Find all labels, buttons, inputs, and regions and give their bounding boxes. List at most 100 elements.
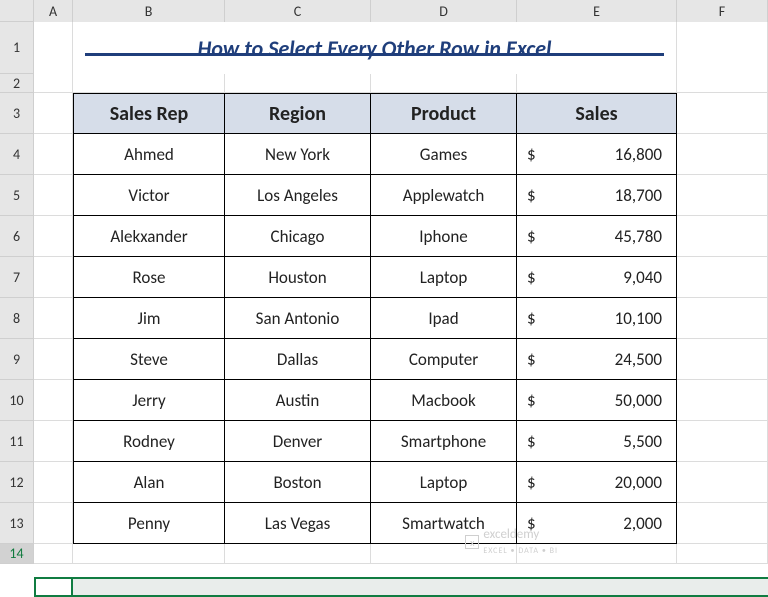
worksheet-grid[interactable]: How to Select Every Other Row in Excel S… [34, 22, 768, 597]
column-header-a[interactable]: A [34, 0, 73, 22]
column-header-f[interactable]: F [677, 0, 768, 22]
cell-d2[interactable] [371, 74, 517, 93]
cell-product[interactable]: Applewatch [371, 175, 517, 216]
cell-f2[interactable] [677, 74, 768, 93]
cell-a5[interactable] [34, 175, 73, 216]
row-header-8[interactable]: 8 [0, 298, 33, 339]
cell-product[interactable]: Laptop [371, 257, 517, 298]
row-header-4[interactable]: 4 [0, 134, 33, 175]
select-all-corner[interactable] [0, 0, 34, 22]
cell-a10[interactable] [34, 380, 73, 421]
column-header-e[interactable]: E [517, 0, 677, 22]
cell-a1[interactable] [34, 22, 73, 74]
cell-f7[interactable] [677, 257, 768, 298]
cell-a3[interactable] [34, 93, 73, 134]
cell-f3[interactable] [677, 93, 768, 134]
cell-f1[interactable] [677, 22, 768, 74]
cell-region[interactable]: New York [225, 134, 371, 175]
cell-d14[interactable] [371, 544, 517, 564]
cell-c2[interactable] [225, 74, 371, 93]
cell-product[interactable]: Ipad [371, 298, 517, 339]
cell-rep[interactable]: Penny [73, 503, 225, 544]
cell-region[interactable]: Boston [225, 462, 371, 503]
row-header-6[interactable]: 6 [0, 216, 33, 257]
cell-region[interactable]: Dallas [225, 339, 371, 380]
cell-product[interactable]: Computer [371, 339, 517, 380]
column-header-c[interactable]: C [225, 0, 371, 22]
cell-f10[interactable] [677, 380, 768, 421]
row-header-2[interactable]: 2 [0, 74, 33, 93]
cell-sales[interactable]: $10,100 [517, 298, 677, 339]
cell-region[interactable]: Austin [225, 380, 371, 421]
cell-f4[interactable] [677, 134, 768, 175]
cell-sales[interactable]: $16,800 [517, 134, 677, 175]
header-sales[interactable]: Sales [517, 93, 677, 134]
row-header-13[interactable]: 13 [0, 503, 33, 544]
cell-sales[interactable]: $9,040 [517, 257, 677, 298]
cell-rep[interactable]: Rose [73, 257, 225, 298]
cell-region[interactable]: Denver [225, 421, 371, 462]
column-header-d[interactable]: D [371, 0, 517, 22]
header-region[interactable]: Region [225, 93, 371, 134]
row-header-5[interactable]: 5 [0, 175, 33, 216]
cell-b14[interactable] [73, 544, 225, 564]
cell-region[interactable]: Chicago [225, 216, 371, 257]
cell-sales[interactable]: $18,700 [517, 175, 677, 216]
cell-sales[interactable]: $45,780 [517, 216, 677, 257]
cell-f9[interactable] [677, 339, 768, 380]
cell-a6[interactable] [34, 216, 73, 257]
cell-f14[interactable] [677, 544, 768, 564]
cell-rep[interactable]: Ahmed [73, 134, 225, 175]
cell-e2[interactable] [517, 74, 677, 93]
cell-f13[interactable] [677, 503, 768, 544]
cell-sales[interactable]: $50,000 [517, 380, 677, 421]
header-product[interactable]: Product [371, 93, 517, 134]
header-sales-rep[interactable]: Sales Rep [73, 93, 225, 134]
row-header-7[interactable]: 7 [0, 257, 33, 298]
cell-sales[interactable]: $5,500 [517, 421, 677, 462]
cell-f6[interactable] [677, 216, 768, 257]
cell-rep[interactable]: Victor [73, 175, 225, 216]
cell-product[interactable]: Iphone [371, 216, 517, 257]
row-header-14[interactable]: 14 [0, 544, 33, 564]
cell-rep[interactable]: Jim [73, 298, 225, 339]
cell-a11[interactable] [34, 421, 73, 462]
row-header-1[interactable]: 1 [0, 22, 33, 74]
cell-sales[interactable]: $24,500 [517, 339, 677, 380]
cell-f8[interactable] [677, 298, 768, 339]
title-cell[interactable]: How to Select Every Other Row in Excel [73, 22, 677, 74]
cell-f5[interactable] [677, 175, 768, 216]
cell-product[interactable]: Smartphone [371, 421, 517, 462]
cell-rep[interactable]: Jerry [73, 380, 225, 421]
cell-f12[interactable] [677, 462, 768, 503]
cell-a4[interactable] [34, 134, 73, 175]
cell-sales[interactable]: $20,000 [517, 462, 677, 503]
cell-b2[interactable] [73, 74, 225, 93]
cell-region[interactable]: Los Angeles [225, 175, 371, 216]
cell-sales[interactable]: $2,000 [517, 503, 677, 544]
cell-a13[interactable] [34, 503, 73, 544]
cell-product[interactable]: Macbook [371, 380, 517, 421]
column-header-b[interactable]: B [73, 0, 225, 22]
cell-a8[interactable] [34, 298, 73, 339]
cell-rep[interactable]: Rodney [73, 421, 225, 462]
row-header-9[interactable]: 9 [0, 339, 33, 380]
cell-a2[interactable] [34, 74, 73, 93]
cell-c14[interactable] [225, 544, 371, 564]
cell-a12[interactable] [34, 462, 73, 503]
cell-a14[interactable] [34, 544, 73, 564]
cell-e14[interactable] [517, 544, 677, 564]
cell-product[interactable]: Smartwatch [371, 503, 517, 544]
cell-a9[interactable] [34, 339, 73, 380]
cell-region[interactable]: Las Vegas [225, 503, 371, 544]
row-header-10[interactable]: 10 [0, 380, 33, 421]
cell-rep[interactable]: Steve [73, 339, 225, 380]
cell-product[interactable]: Laptop [371, 462, 517, 503]
cell-f11[interactable] [677, 421, 768, 462]
row-header-11[interactable]: 11 [0, 421, 33, 462]
cell-rep[interactable]: Alan [73, 462, 225, 503]
cell-region[interactable]: Houston [225, 257, 371, 298]
row-header-12[interactable]: 12 [0, 462, 33, 503]
row-header-3[interactable]: 3 [0, 93, 33, 134]
cell-region[interactable]: San Antonio [225, 298, 371, 339]
